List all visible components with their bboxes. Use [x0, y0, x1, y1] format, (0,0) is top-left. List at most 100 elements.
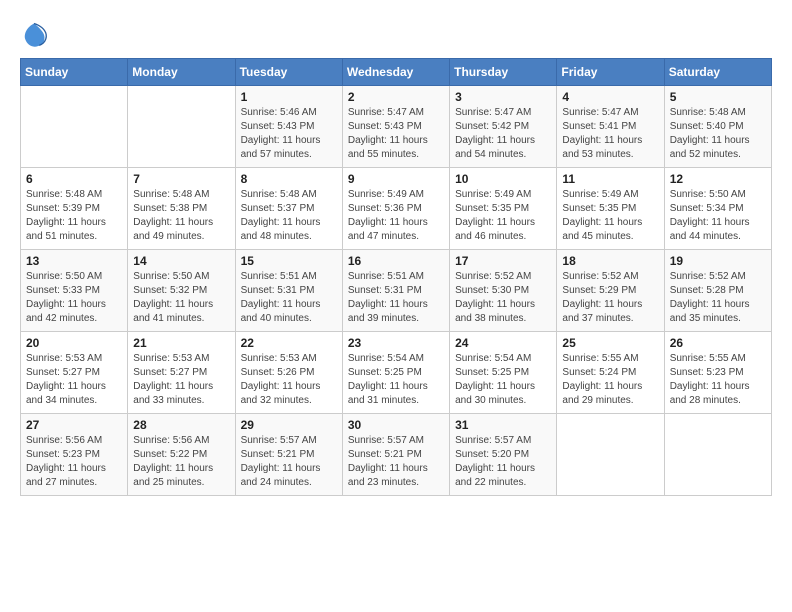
cell-daylight-info: Sunrise: 5:49 AM Sunset: 5:35 PM Daylight:…: [455, 188, 551, 244]
daylight-minutes: and 39 minutes.: [348, 313, 419, 324]
calendar-cell: [664, 414, 771, 496]
daylight-hours: Daylight: 11 hours: [241, 135, 321, 146]
cell-info-line: Sunrise: 5:48 AM: [241, 189, 317, 200]
calendar-cell: 5Sunrise: 5:48 AMSunset: 5:40 PMDaylight…: [664, 86, 771, 168]
daylight-hours: Daylight: 11 hours: [455, 381, 535, 392]
cell-date-number: 6: [26, 172, 122, 186]
cell-date-number: 5: [670, 90, 766, 104]
daylight-minutes: and 40 minutes.: [241, 313, 312, 324]
cell-info-line: Sunset: 5:25 PM: [455, 367, 529, 378]
daylight-minutes: and 27 minutes.: [26, 477, 97, 488]
cell-info-line: Sunset: 5:26 PM: [241, 367, 315, 378]
daylight-minutes: and 57 minutes.: [241, 149, 312, 160]
cell-info-line: Sunrise: 5:57 AM: [455, 435, 531, 446]
week-row-1: 1Sunrise: 5:46 AMSunset: 5:43 PMDaylight…: [21, 86, 772, 168]
calendar-cell: 4Sunrise: 5:47 AMSunset: 5:41 PMDaylight…: [557, 86, 664, 168]
daylight-minutes: and 48 minutes.: [241, 231, 312, 242]
header-wednesday: Wednesday: [342, 59, 449, 86]
cell-date-number: 17: [455, 254, 551, 268]
cell-info-line: Sunrise: 5:49 AM: [455, 189, 531, 200]
header-thursday: Thursday: [450, 59, 557, 86]
calendar-cell: 24Sunrise: 5:54 AMSunset: 5:25 PMDayligh…: [450, 332, 557, 414]
cell-info-line: Sunset: 5:22 PM: [133, 449, 207, 460]
cell-info-line: Sunset: 5:35 PM: [455, 203, 529, 214]
cell-date-number: 2: [348, 90, 444, 104]
cell-info-line: Sunset: 5:25 PM: [348, 367, 422, 378]
cell-daylight-info: Sunrise: 5:47 AMSunset: 5:42 PMDaylight:…: [455, 106, 551, 162]
calendar-cell: 21Sunrise: 5:53 AMSunset: 5:27 PMDayligh…: [128, 332, 235, 414]
cell-date-number: 22: [241, 336, 337, 350]
calendar-cell: 19Sunrise: 5:52 AMSunset: 5:28 PMDayligh…: [664, 250, 771, 332]
week-row-5: 27Sunrise: 5:56 AMSunset: 5:23 PMDayligh…: [21, 414, 772, 496]
calendar-cell: [557, 414, 664, 496]
daylight-minutes: and 29 minutes.: [562, 395, 633, 406]
daylight-hours: Daylight: 11 hours: [455, 217, 535, 228]
cell-daylight-info: Sunrise: 5:48 AMSunset: 5:38 PMDaylight:…: [133, 188, 229, 244]
cell-daylight-info: Sunrise: 5:55 AMSunset: 5:24 PMDaylight:…: [562, 352, 658, 408]
cell-info-line: Sunrise: 5:56 AM: [26, 435, 102, 446]
calendar-table: SundayMondayTuesdayWednesdayThursdayFrid…: [20, 58, 772, 496]
calendar-cell: 22Sunrise: 5:53 AMSunset: 5:26 PMDayligh…: [235, 332, 342, 414]
daylight-hours: Daylight: 11 hours: [348, 299, 428, 310]
cell-daylight-info: Sunrise: 5:50 AMSunset: 5:34 PMDaylight:…: [670, 188, 766, 244]
daylight-hours: Daylight: 11 hours: [455, 299, 535, 310]
cell-info-line: Sunset: 5:43 PM: [241, 121, 315, 132]
cell-daylight-info: Sunrise: 5:49 AMSunset: 5:35 PMDaylight:…: [562, 188, 658, 244]
cell-info-line: Sunrise: 5:52 AM: [455, 271, 531, 282]
logo-icon: [20, 20, 48, 48]
daylight-minutes: and 38 minutes.: [455, 313, 526, 324]
cell-date-number: 3: [455, 90, 551, 104]
daylight-hours: Daylight: 11 hours: [562, 217, 642, 228]
cell-date-number: 21: [133, 336, 229, 350]
header-friday: Friday: [557, 59, 664, 86]
calendar-cell: 20Sunrise: 5:53 AMSunset: 5:27 PMDayligh…: [21, 332, 128, 414]
cell-daylight-info: Sunrise: 5:49 AMSunset: 5:36 PMDaylight:…: [348, 188, 444, 244]
cell-info-line: Sunrise: 5:53 AM: [133, 353, 209, 364]
cell-daylight-info: Sunrise: 5:47 AMSunset: 5:43 PMDaylight:…: [348, 106, 444, 162]
cell-info-line: Sunrise: 5:57 AM: [241, 435, 317, 446]
daylight-minutes: and 22 minutes.: [455, 477, 526, 488]
daylight-hours: Daylight: 11 hours: [241, 299, 321, 310]
cell-info-line: Sunset: 5:29 PM: [562, 285, 636, 296]
daylight-minutes: and 37 minutes.: [562, 313, 633, 324]
calendar-cell: [128, 86, 235, 168]
cell-daylight-info: Sunrise: 5:52 AMSunset: 5:28 PMDaylight:…: [670, 270, 766, 326]
calendar-cell: 26Sunrise: 5:55 AMSunset: 5:23 PMDayligh…: [664, 332, 771, 414]
cell-daylight-info: Sunrise: 5:46 AM Sunset: 5:43 PM Daylight:…: [241, 106, 337, 162]
cell-info-line: Sunrise: 5:51 AM: [241, 271, 317, 282]
calendar-cell: 16Sunrise: 5:51 AMSunset: 5:31 PMDayligh…: [342, 250, 449, 332]
cell-daylight-info: Sunrise: 5:51 AMSunset: 5:31 PMDaylight:…: [348, 270, 444, 326]
daylight-hours: Daylight: 11 hours: [348, 463, 428, 474]
cell-date-number: 24: [455, 336, 551, 350]
daylight-hours: Daylight: 11 hours: [26, 299, 106, 310]
daylight-hours: Daylight: 11 hours: [241, 463, 321, 474]
cell-info-line: Sunrise: 5:54 AM: [348, 353, 424, 364]
daylight-hours: Daylight: 11 hours: [133, 299, 213, 310]
daylight-hours: Daylight: 11 hours: [562, 299, 642, 310]
cell-info-line: Sunset: 5:31 PM: [241, 285, 315, 296]
cell-daylight-info: Sunrise: 5:51 AM Sunset: 5:31 PM Daylight:…: [241, 270, 337, 326]
cell-info-line: Sunset: 5:33 PM: [26, 285, 100, 296]
cell-date-number: 25: [562, 336, 658, 350]
daylight-hours: Daylight: 11 hours: [455, 135, 535, 146]
cell-info-line: Sunset: 5:23 PM: [670, 367, 744, 378]
cell-daylight-info: Sunrise: 5:47 AMSunset: 5:41 PMDaylight:…: [562, 106, 658, 162]
cell-info-line: Sunset: 5:20 PM: [455, 449, 529, 460]
daylight-hours: Daylight: 11 hours: [670, 299, 750, 310]
header-monday: Monday: [128, 59, 235, 86]
cell-daylight-info: Sunrise: 5:56 AMSunset: 5:22 PMDaylight:…: [133, 434, 229, 490]
cell-date-number: 9: [348, 172, 444, 186]
daylight-hours: Daylight: 11 hours: [562, 135, 642, 146]
week-row-3: 13Sunrise: 5:50 AMSunset: 5:33 PMDayligh…: [21, 250, 772, 332]
calendar-cell: 31Sunrise: 5:57 AMSunset: 5:20 PMDayligh…: [450, 414, 557, 496]
cell-info-line: Sunrise: 5:51 AM: [348, 271, 424, 282]
cell-info-line: Sunrise: 5:46 AM: [241, 107, 317, 118]
daylight-minutes: and 34 minutes.: [26, 395, 97, 406]
daylight-hours: Daylight: 11 hours: [133, 381, 213, 392]
daylight-hours: Daylight: 11 hours: [670, 381, 750, 392]
daylight-minutes: and 53 minutes.: [562, 149, 633, 160]
daylight-minutes: and 32 minutes.: [241, 395, 312, 406]
daylight-hours: Daylight: 11 hours: [133, 463, 213, 474]
daylight-minutes: and 47 minutes.: [348, 231, 419, 242]
daylight-minutes: and 33 minutes.: [133, 395, 204, 406]
